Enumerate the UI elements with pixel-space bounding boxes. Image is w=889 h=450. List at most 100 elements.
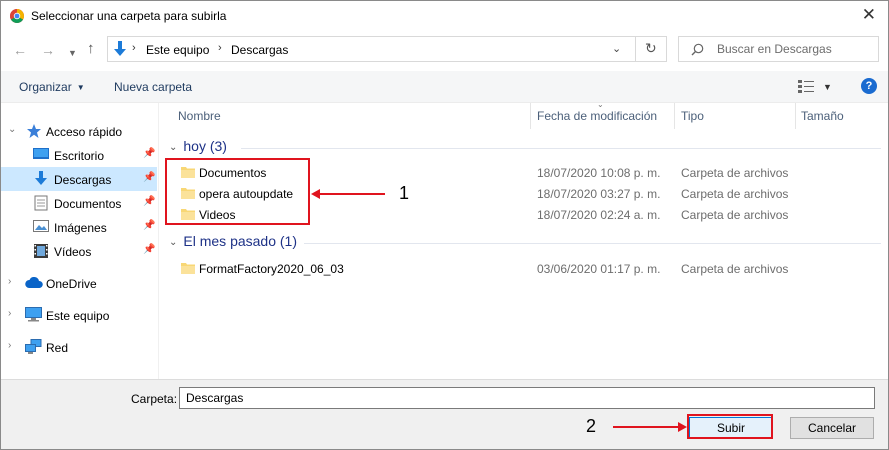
sidebar-item-label: Descargas	[54, 173, 112, 187]
command-bar: Organizar ▼ Nueva carpeta ▼ ?	[1, 71, 888, 103]
desktop-icon	[33, 148, 49, 159]
breadcrumb-descargas[interactable]: Descargas	[231, 43, 288, 57]
search-input[interactable]	[717, 42, 872, 56]
pin-icon[interactable]: 📌	[143, 244, 155, 255]
title-bar: Seleccionar una carpeta para subirla ✕	[1, 1, 888, 31]
pin-icon[interactable]: 📌	[143, 196, 155, 207]
folder-label: Carpeta:	[131, 392, 178, 406]
sidebar-item-escritorio[interactable]: Escritorio 📌	[1, 143, 157, 167]
new-folder-button[interactable]: Nueva carpeta	[114, 80, 192, 94]
sidebar-item-este-equipo[interactable]: › Este equipo	[1, 303, 157, 327]
pin-icon[interactable]: 📌	[143, 172, 155, 183]
refresh-button[interactable]: ↻	[635, 37, 667, 61]
organize-label: Organizar	[19, 80, 72, 94]
dialog-title: Seleccionar una carpeta para subirla	[31, 9, 227, 23]
sidebar-item-imagenes[interactable]: Imágenes 📌	[1, 215, 157, 239]
close-icon[interactable]: ✕	[862, 6, 876, 24]
annotation-arrow-line-1	[319, 193, 385, 195]
collapse-chevron-icon: ⌄	[169, 142, 178, 153]
file-date: 18/07/2020 10:08 p. m.	[537, 166, 661, 180]
list-item[interactable]: FormatFactory2020_06_03 03/06/2020 01:17…	[159, 258, 888, 279]
organize-menu-button[interactable]: Organizar ▼	[19, 80, 85, 94]
sidebar-item-label: Acceso rápido	[46, 125, 123, 139]
sidebar-item-label: Escritorio	[54, 149, 105, 163]
collapse-chevron-icon[interactable]: ⌄	[8, 124, 16, 135]
sidebar-item-label: Imágenes	[54, 221, 107, 235]
group-divider	[241, 148, 881, 149]
address-bar[interactable]: › Este equipo › Descargas ⌄ ↻	[107, 36, 667, 62]
sidebar-item-label: Red	[46, 341, 69, 355]
videos-icon	[34, 244, 48, 258]
address-dropdown-icon[interactable]: ⌄	[612, 42, 621, 55]
file-date: 18/07/2020 03:27 p. m.	[537, 187, 661, 201]
search-icon	[691, 43, 704, 56]
pin-icon[interactable]: 📌	[143, 220, 155, 231]
back-arrow-icon[interactable]: ←	[13, 43, 27, 57]
view-options-icon[interactable]	[798, 80, 814, 93]
column-divider[interactable]	[530, 103, 531, 129]
column-header-fecha[interactable]: Fecha de modificación	[537, 103, 657, 129]
folder-picker-dialog: Seleccionar una carpeta para subirla ✕ ←…	[0, 0, 889, 450]
help-icon[interactable]: ?	[861, 78, 877, 94]
sidebar-item-label: Este equipo	[46, 309, 110, 323]
chrome-icon	[10, 9, 24, 23]
column-divider[interactable]	[795, 103, 796, 129]
breadcrumb-este-equipo[interactable]: Este equipo	[146, 43, 209, 57]
annotation-arrow-line-2	[613, 426, 679, 428]
file-name: FormatFactory2020_06_03	[199, 262, 344, 276]
annotation-number-2: 2	[586, 416, 597, 436]
sidebar-item-descargas[interactable]: Descargas 📌	[1, 167, 157, 191]
group-label: El mes pasado (1)	[183, 233, 297, 249]
group-header-mes-pasado[interactable]: ⌄ El mes pasado (1)	[169, 233, 297, 249]
file-type: Carpeta de archivos	[681, 208, 789, 222]
caret-down-icon: ▼	[76, 83, 85, 92]
documents-icon	[34, 195, 48, 211]
pin-icon[interactable]: 📌	[143, 148, 155, 159]
collapse-chevron-icon: ⌄	[169, 237, 178, 248]
sidebar-item-documentos[interactable]: Documentos 📌	[1, 191, 157, 215]
download-icon	[35, 171, 47, 185]
search-box[interactable]	[678, 36, 879, 62]
sidebar-item-acceso-rapido[interactable]: ⌄ Acceso rápido	[1, 119, 157, 143]
sidebar-item-onedrive[interactable]: › OneDrive	[1, 271, 157, 295]
cancel-button[interactable]: Cancelar	[790, 417, 874, 439]
column-header-tipo[interactable]: Tipo	[681, 103, 704, 129]
computer-icon	[25, 307, 42, 322]
file-date: 03/06/2020 01:17 p. m.	[537, 262, 661, 276]
file-date: 18/07/2020 02:24 a. m.	[537, 208, 661, 222]
group-divider	[304, 243, 881, 244]
navigation-pane: ⌄ Acceso rápido Escritorio 📌 Descargas 📌	[1, 103, 158, 379]
sidebar-item-videos[interactable]: Vídeos 📌	[1, 239, 157, 263]
navigation-bar: ← → ▼ ↑ › Este equipo › Descargas ⌄ ↻	[1, 31, 888, 71]
annotation-number-1: 1	[399, 183, 410, 203]
forward-arrow-icon[interactable]: →	[41, 43, 55, 57]
group-label: hoy (3)	[183, 138, 227, 154]
annotation-arrow-head-2	[678, 422, 687, 432]
breadcrumb-separator-icon: ›	[218, 42, 222, 54]
network-icon	[25, 339, 42, 354]
column-header-nombre[interactable]: Nombre	[178, 103, 221, 129]
recent-locations-chevron-icon[interactable]: ▼	[68, 46, 77, 60]
column-header-tamano[interactable]: Tamaño	[801, 103, 844, 129]
file-type: Carpeta de archivos	[681, 262, 789, 276]
expand-chevron-icon[interactable]: ›	[8, 340, 11, 351]
folder-icon	[181, 263, 195, 274]
file-type: Carpeta de archivos	[681, 187, 789, 201]
refresh-icon: ↻	[645, 40, 657, 56]
up-arrow-icon[interactable]: ↑	[87, 41, 95, 56]
download-folder-icon	[114, 41, 126, 56]
annotation-box-1	[165, 158, 310, 225]
cloud-icon	[25, 277, 43, 288]
folder-name-input[interactable]	[179, 387, 875, 409]
expand-chevron-icon[interactable]: ›	[8, 308, 11, 319]
annotation-box-2	[687, 414, 773, 439]
column-divider[interactable]	[674, 103, 675, 129]
group-header-hoy[interactable]: ⌄ hoy (3)	[169, 138, 227, 154]
sidebar-item-label: Documentos	[54, 197, 122, 211]
pictures-icon	[33, 220, 49, 232]
view-dropdown-icon[interactable]: ▼	[823, 82, 832, 92]
sidebar-item-label: Vídeos	[54, 245, 92, 259]
expand-chevron-icon[interactable]: ›	[8, 276, 11, 287]
sidebar-item-red[interactable]: › Red	[1, 335, 157, 359]
breadcrumb-separator-icon: ›	[132, 42, 136, 54]
